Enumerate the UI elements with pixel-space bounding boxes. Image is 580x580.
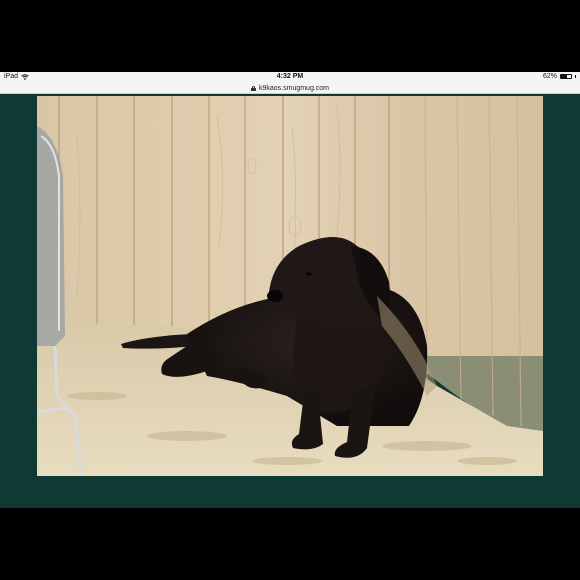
battery-icon xyxy=(560,74,572,79)
status-bar: iPad 4:32 PM 62% xyxy=(0,72,580,83)
address-bar[interactable]: k9kaos.smugmug.com xyxy=(0,83,580,94)
browser-screen: iPad 4:32 PM 62% k9kaos.smugmug.com xyxy=(0,72,580,508)
battery-percent: 62% xyxy=(542,73,557,80)
lock-icon xyxy=(250,85,256,91)
dog-photo[interactable] xyxy=(37,96,543,476)
clock: 4:32 PM xyxy=(276,73,304,80)
url-text[interactable]: k9kaos.smugmug.com xyxy=(259,85,329,92)
